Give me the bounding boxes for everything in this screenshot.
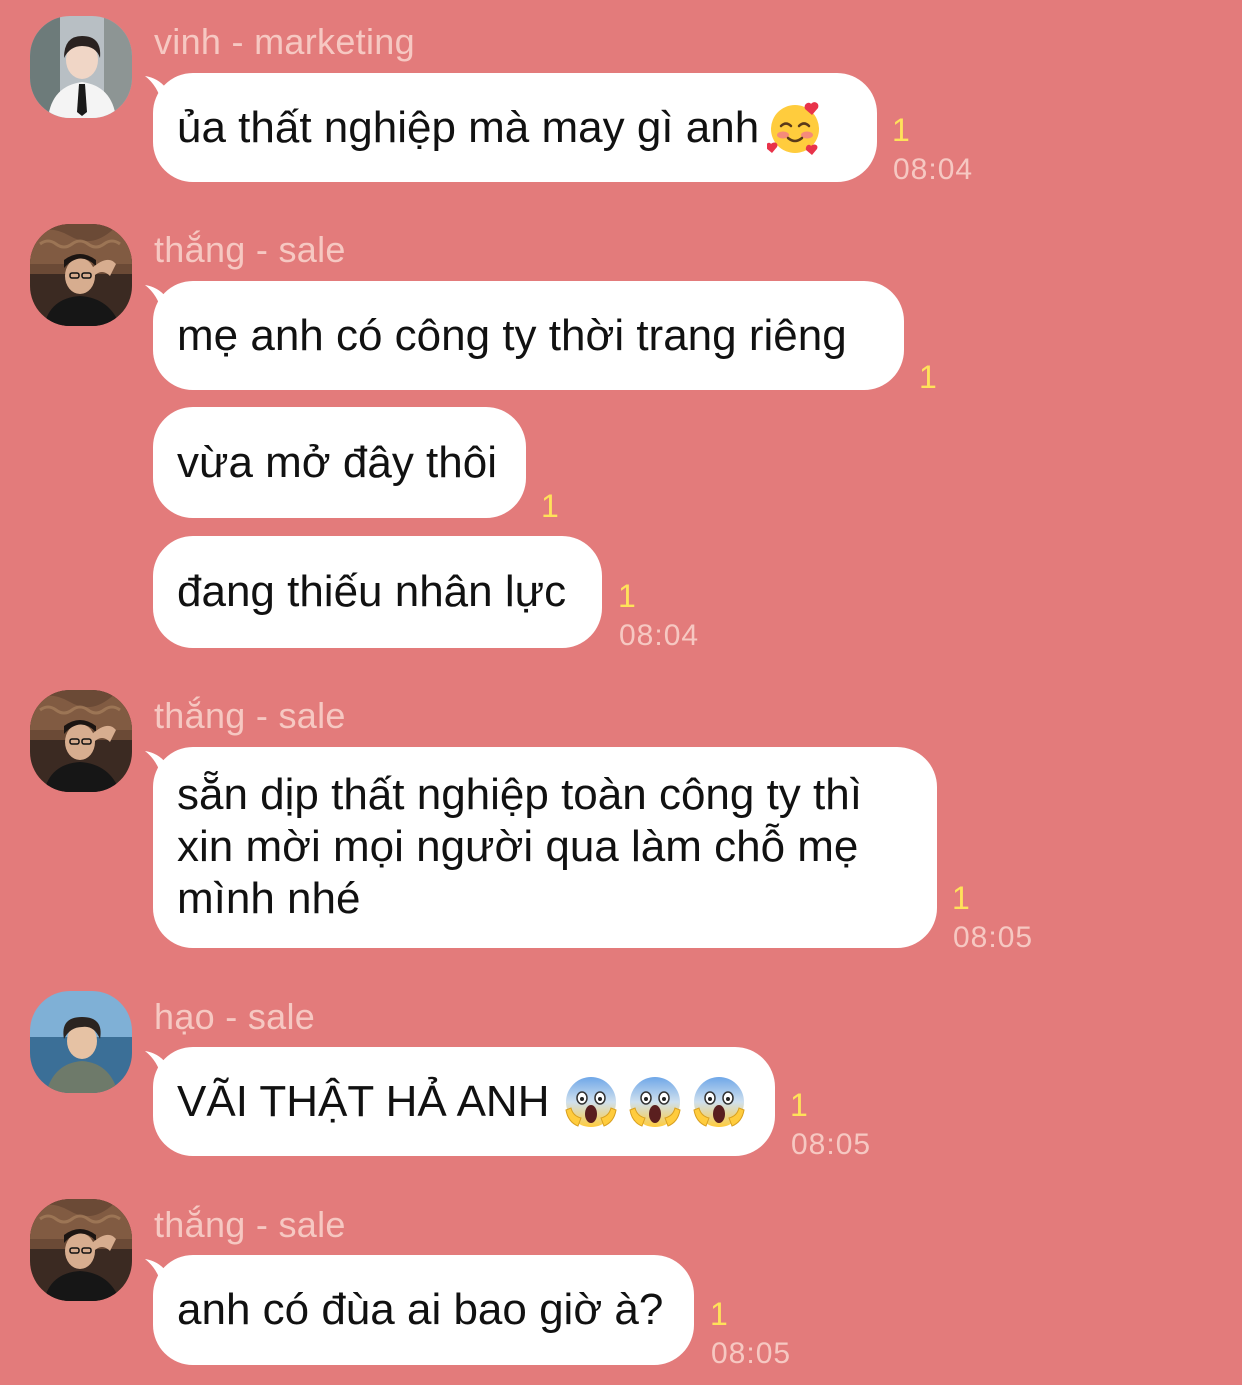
unread-count: 1 (892, 112, 910, 148)
message-bubble[interactable]: sẵn dịp thất nghiệp toàn công ty thì xin… (153, 747, 937, 948)
message-bubble[interactable]: đang thiếu nhân lực (153, 536, 602, 648)
message-text: mẹ anh có công ty thời trang riêng (177, 310, 847, 360)
unread-count: 1 (952, 880, 970, 916)
unread-count: 1 (710, 1296, 728, 1332)
message-bubble[interactable]: vừa mở đây thôi (153, 407, 526, 518)
unread-count: 1 (919, 359, 937, 395)
message-text: vừa mở đây thôi (177, 437, 497, 487)
unread-count: 1 (541, 488, 559, 524)
screaming-face-icon (691, 1074, 747, 1130)
timestamp: 08:05 (791, 1128, 872, 1161)
smiling-face-with-hearts-icon (767, 100, 823, 156)
sender-name: vinh - marketing (154, 21, 415, 62)
message-text: ủa thất nghiệp mà may gì anh (177, 102, 760, 152)
message-text: sẵn dịp thất nghiệp toàn công ty thì xin… (177, 770, 862, 923)
message-text: VÃI THẬT HẢ ANH (177, 1076, 550, 1126)
unread-count: 1 (618, 578, 636, 614)
message-bubble[interactable]: mẹ anh có công ty thời trang riêng (153, 281, 904, 390)
sender-name: thắng - sale (154, 229, 346, 270)
message-bubble[interactable]: anh có đùa ai bao giờ à? (153, 1255, 694, 1365)
timestamp: 08:04 (893, 153, 974, 186)
sender-name: hạo - sale (154, 996, 316, 1037)
avatar[interactable] (30, 690, 132, 792)
avatar[interactable] (30, 16, 132, 118)
avatar[interactable] (30, 224, 132, 326)
message-text: đang thiếu nhân lực (177, 567, 567, 616)
message-bubble[interactable]: ủa thất nghiệp mà may gì anh (153, 73, 877, 182)
avatar[interactable] (30, 991, 132, 1093)
message-bubble[interactable]: VÃI THẬT HẢ ANH (153, 1047, 775, 1156)
avatar[interactable] (30, 1199, 132, 1301)
sender-name: thắng - sale (154, 1204, 346, 1245)
screaming-face-icon (563, 1074, 619, 1130)
timestamp: 08:04 (619, 619, 700, 652)
message-text: anh có đùa ai bao giờ à? (177, 1285, 664, 1334)
screaming-face-icon (627, 1074, 683, 1130)
timestamp: 08:05 (711, 1337, 792, 1370)
timestamp: 08:05 (953, 921, 1034, 954)
unread-count: 1 (790, 1087, 808, 1123)
sender-name: thắng - sale (154, 695, 346, 736)
